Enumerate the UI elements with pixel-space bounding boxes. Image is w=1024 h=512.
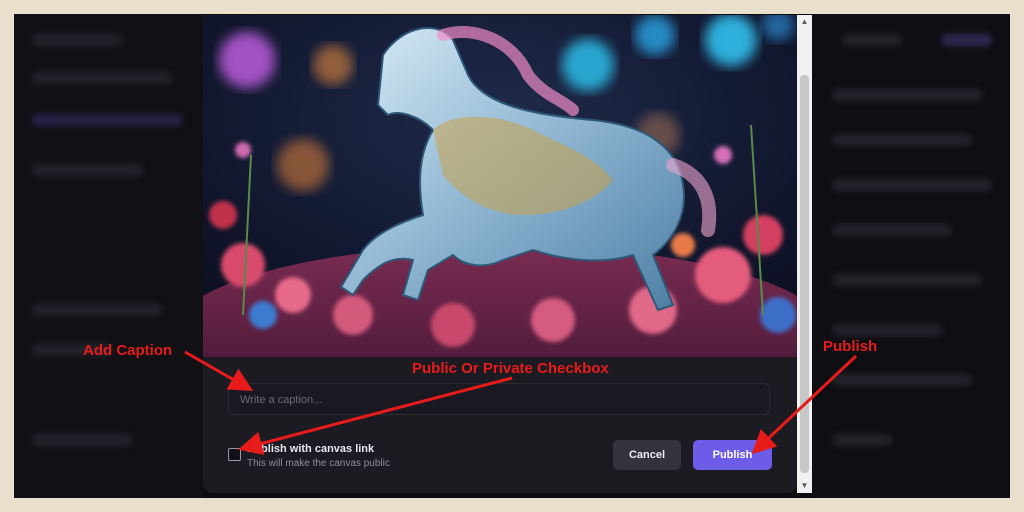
annotation-public-private: Public Or Private Checkbox — [412, 360, 609, 377]
caption-input[interactable]: Write a caption... — [228, 383, 770, 415]
checkbox-title: Publish with canvas link — [247, 443, 375, 455]
publish-button[interactable]: Publish — [693, 440, 772, 470]
cancel-button[interactable]: Cancel — [613, 440, 681, 470]
checkbox-subtitle: This will make the canvas public — [247, 458, 390, 469]
publish-link-checkbox[interactable] — [228, 448, 241, 461]
vertical-scrollbar[interactable]: ▲ ▼ — [797, 15, 812, 493]
blurred-sidebar — [14, 14, 204, 498]
unicorn-artwork-image — [203, 15, 797, 357]
annotation-publish: Publish — [823, 338, 878, 355]
scroll-down-arrow-icon[interactable]: ▼ — [797, 479, 812, 493]
screenshot-frame: Write a caption... Publish with canvas l… — [14, 14, 1010, 498]
blurred-right-panel — [812, 14, 1010, 498]
publish-modal: Write a caption... Publish with canvas l… — [203, 15, 797, 493]
annotation-add-caption: Add Caption — [83, 342, 173, 359]
scroll-thumb[interactable] — [800, 75, 809, 473]
scroll-up-arrow-icon[interactable]: ▲ — [797, 15, 812, 29]
